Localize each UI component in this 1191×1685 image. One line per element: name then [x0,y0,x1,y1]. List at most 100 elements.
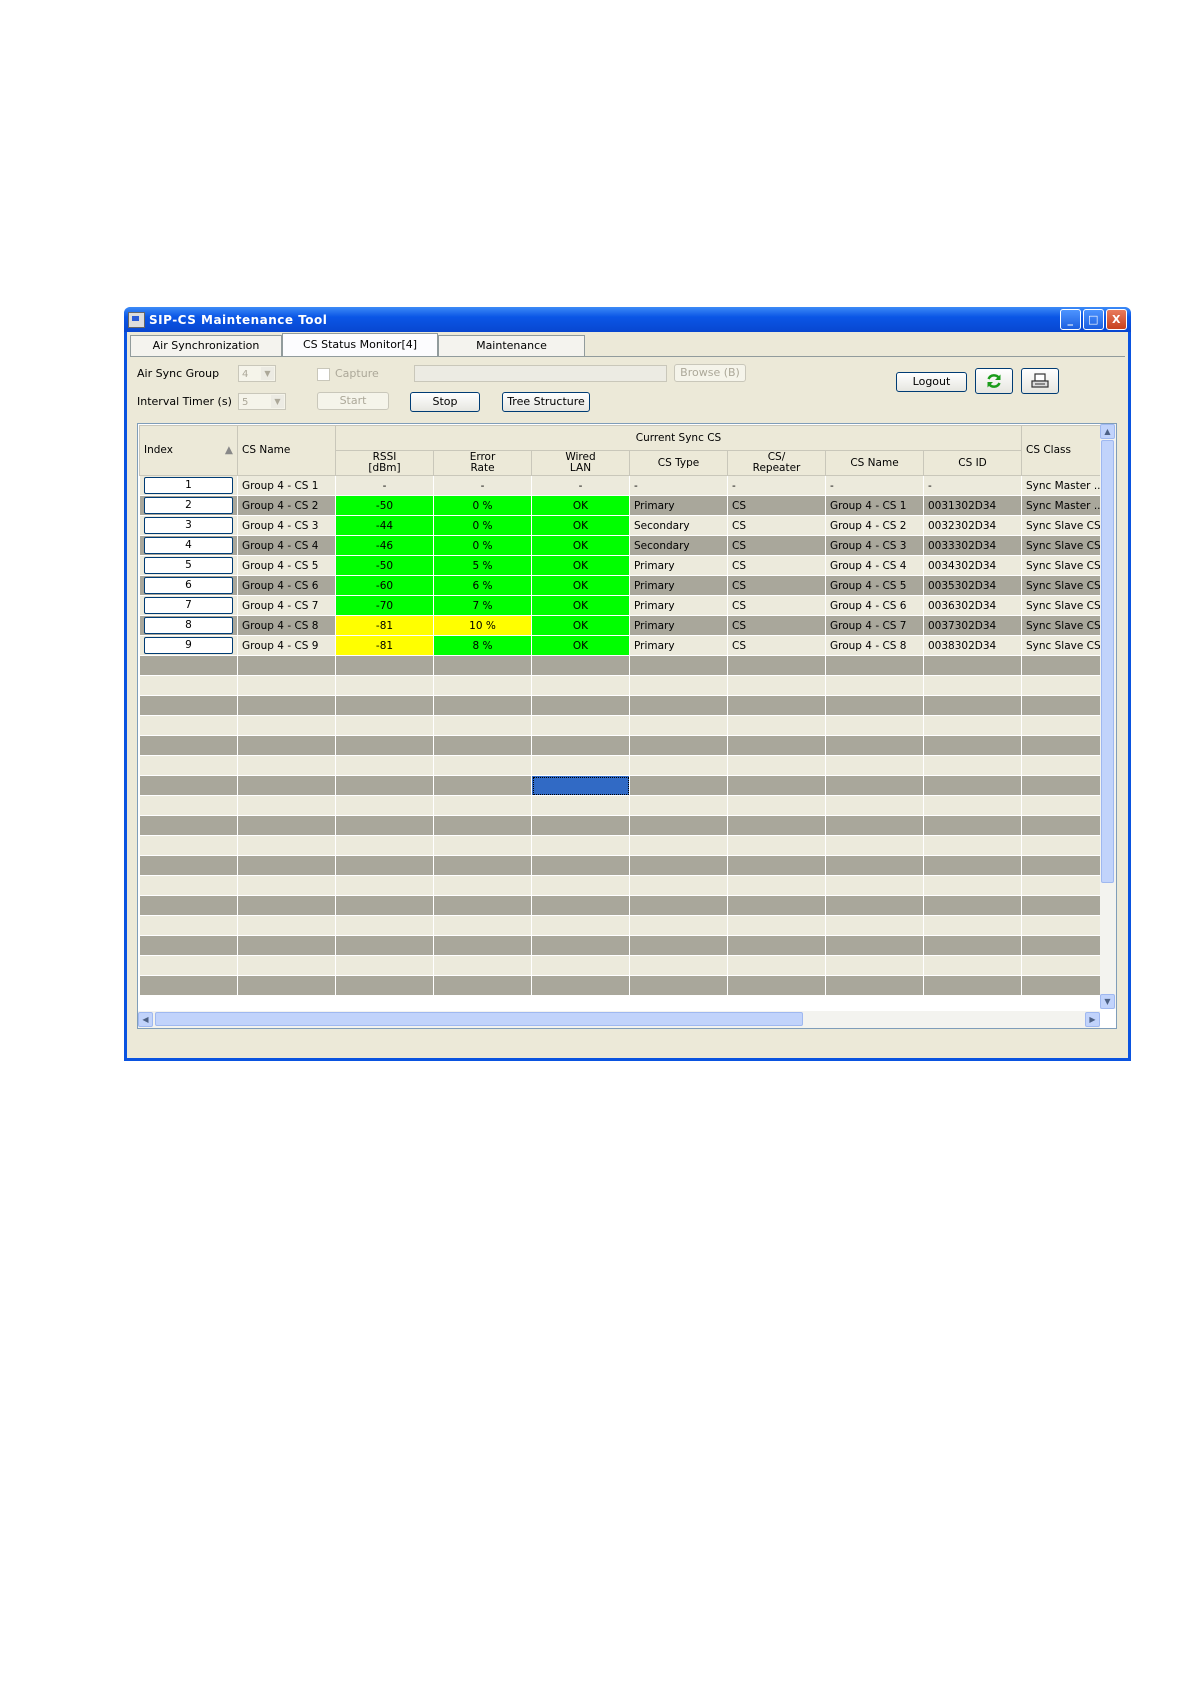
empty-row[interactable] [139,775,1109,796]
empty-row[interactable] [139,935,1109,956]
empty-row[interactable] [139,955,1109,976]
sname-cell: Group 4 - CS 4 [825,555,924,576]
scroll-down-icon[interactable]: ▼ [1100,994,1115,1009]
empty-row[interactable] [139,755,1109,776]
empty-cell [237,795,336,816]
empty-cell [139,915,238,936]
logout-button[interactable]: Logout [896,372,967,392]
empty-row[interactable] [139,835,1109,856]
empty-cell [433,695,532,716]
tab-maintenance[interactable]: Maintenance [438,335,585,356]
row-index-button[interactable]: 8 [144,617,233,634]
header-cs-id[interactable]: CS ID [923,450,1022,476]
empty-row[interactable] [139,735,1109,756]
empty-cell [629,855,728,876]
header-cs-name[interactable]: CS Name [237,425,336,476]
err-cell: 0 % [433,535,532,556]
refresh-button[interactable] [975,368,1013,394]
type-cell: Primary [629,495,728,516]
horizontal-scroll-thumb[interactable] [155,1012,803,1026]
empty-cell [139,795,238,816]
print-button[interactable] [1021,368,1059,394]
table-row[interactable]: 8 Group 4 - CS 8 -81 10 % OK Primary CS Group 4… [139,615,1109,636]
empty-cell [433,975,532,996]
empty-cell [433,715,532,736]
header-rssi[interactable]: RSSI [dBm] [335,450,434,476]
browse-button[interactable]: Browse (B) [674,364,746,382]
table-row[interactable]: 6 Group 4 - CS 6 -60 6 % OK Primary CS Group 4 … [139,575,1109,596]
id-cell: 0038302D34 [923,635,1022,656]
close-button[interactable]: X [1106,309,1127,330]
empty-row[interactable] [139,915,1109,936]
cls-cell: Sync Slave CS [1021,635,1109,656]
empty-row[interactable] [139,855,1109,876]
tab-air-synchronization[interactable]: Air Synchronization [130,335,282,356]
empty-row[interactable] [139,815,1109,836]
empty-cell [531,975,630,996]
table-row[interactable]: 7 Group 4 - CS 7 -70 7 % OK Primary CS Group 4 … [139,595,1109,616]
row-index-button[interactable]: 7 [144,597,233,614]
row-index-button[interactable]: 5 [144,557,233,574]
capture-path-field[interactable] [414,365,667,382]
row-index-button[interactable]: 3 [144,517,233,534]
maximize-button[interactable]: □ [1083,309,1104,330]
vertical-scrollbar[interactable]: ▲ ▼ [1100,424,1116,1009]
empty-row[interactable] [139,695,1109,716]
empty-cell [531,855,630,876]
empty-cell [335,775,434,796]
table-row[interactable]: 5 Group 4 - CS 5 -50 5 % OK Primary CS Group 4 … [139,555,1109,576]
air-sync-group-select[interactable]: 4 ▼ [238,365,276,382]
empty-row[interactable] [139,895,1109,916]
empty-cell [727,795,826,816]
lan-cell: OK [531,495,630,516]
tab-cs-status-monitor[interactable]: CS Status Monitor[4] [282,333,438,356]
row-index-button[interactable]: 9 [144,637,233,654]
empty-row[interactable] [139,975,1109,996]
empty-cell [531,955,630,976]
capture-checkbox[interactable] [317,368,330,381]
interval-timer-select[interactable]: 5 ▼ [238,393,286,410]
header-wired-lan[interactable]: Wired LAN [531,450,630,476]
empty-cell [433,835,532,856]
row-index-button[interactable]: 6 [144,577,233,594]
id-cell: 0033302D34 [923,535,1022,556]
header-cs-class[interactable]: CS Class [1021,425,1109,476]
header-cs-repeater[interactable]: CS/Repeater [727,450,826,476]
start-button[interactable]: Start [317,392,389,410]
table-row[interactable]: 1 Group 4 - CS 1- - - - - - - Sync Master ... [139,475,1109,496]
scroll-right-icon[interactable]: ▶ [1085,1012,1100,1027]
empty-row[interactable] [139,675,1109,696]
status-grid[interactable]: Index ▲ CS Name Current Sync CS CS Class … [137,423,1117,1029]
empty-cell [531,815,630,836]
header-error-rate[interactable]: Error Rate [433,450,532,476]
empty-cell [1021,755,1109,776]
vertical-scroll-thumb[interactable] [1101,440,1114,883]
table-row[interactable]: 4 Group 4 - CS 4 -46 0 % OK Secondary CS Group … [139,535,1109,556]
empty-cell [531,695,630,716]
header-cs-type[interactable]: CS Type [629,450,728,476]
row-index-button[interactable]: 2 [144,497,233,514]
tree-structure-button[interactable]: Tree Structure [502,392,590,412]
header-index[interactable]: Index ▲ [139,425,238,476]
row-index-button[interactable]: 1 [144,477,233,494]
stop-button[interactable]: Stop [410,392,480,412]
empty-cell [335,815,434,836]
header-current-sync-cs[interactable]: Current Sync CS [335,425,1022,451]
table-row[interactable]: 2 Group 4 - CS 2 -50 0 % OK Primary CS Group 4 … [139,495,1109,516]
header-sync-cs-name[interactable]: CS Name [825,450,924,476]
minimize-button[interactable]: _ [1060,309,1081,330]
table-row[interactable]: 9 Group 4 - CS 9 -81 8 % OK Primary CS Group 4 … [139,635,1109,656]
title-bar[interactable]: SIP-CS Maintenance Tool _ □ X [124,307,1131,332]
horizontal-scrollbar[interactable]: ◀ ▶ [138,1011,1100,1028]
row-index-button[interactable]: 4 [144,537,233,554]
empty-cell [727,835,826,856]
scroll-up-icon[interactable]: ▲ [1100,424,1115,439]
empty-row[interactable] [139,715,1109,736]
empty-row[interactable] [139,875,1109,896]
empty-row[interactable] [139,795,1109,816]
empty-cell [825,915,924,936]
table-row[interactable]: 3 Group 4 - CS 3 -44 0 % OK Secondary CS Group … [139,515,1109,536]
empty-row[interactable] [139,655,1109,676]
scroll-left-icon[interactable]: ◀ [138,1012,153,1027]
empty-cell [1021,895,1109,916]
